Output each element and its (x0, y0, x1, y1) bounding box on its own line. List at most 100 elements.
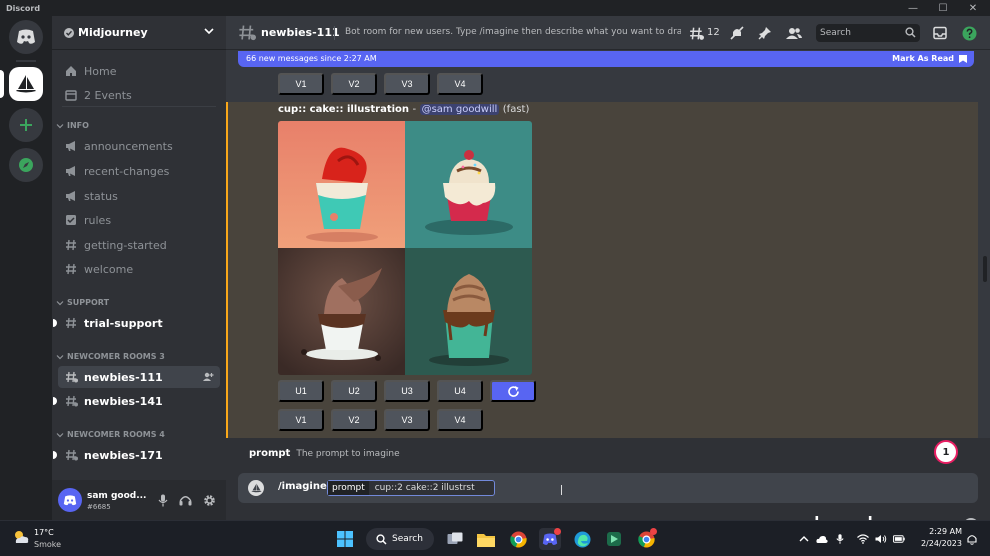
chevron-down-icon (56, 123, 64, 128)
option-hint-description: The prompt to imagine (296, 449, 400, 459)
help-icon[interactable] (961, 25, 977, 41)
variation-button-v4[interactable]: V4 (437, 73, 483, 95)
channel-announcements[interactable]: announcements (58, 135, 220, 157)
file-explorer-icon[interactable] (475, 528, 497, 550)
channel-recent-changes[interactable]: recent-changes (58, 160, 220, 182)
headphones-icon[interactable] (178, 493, 192, 507)
megaphone-icon (64, 164, 78, 178)
chat-scrollbar[interactable] (982, 106, 988, 436)
category-info[interactable]: INFO (56, 121, 89, 130)
wifi-icon[interactable] (857, 533, 869, 545)
mark-as-read-button[interactable]: Mark As Read (892, 54, 954, 63)
unread-indicator (53, 319, 57, 327)
variation-button-v2[interactable]: V2 (331, 409, 377, 431)
windows-start-icon[interactable] (334, 528, 356, 550)
option-value[interactable]: cup::2 cake::2 illustrst (369, 483, 475, 493)
speaker-icon[interactable] (875, 533, 887, 545)
variation-button-v3[interactable]: V3 (384, 409, 430, 431)
cloud-icon[interactable] (816, 533, 828, 545)
weather-widget[interactable]: 17°C Smoke (12, 528, 61, 550)
members-icon[interactable] (786, 25, 802, 41)
system-clock[interactable]: 2:29 AM 2/24/2023 (912, 526, 962, 550)
channel-rules[interactable]: rules (58, 209, 220, 231)
microphone-icon[interactable] (156, 493, 170, 507)
new-messages-text: 66 new messages since 2:27 AM (246, 54, 377, 63)
channel-getting-started[interactable]: getting-started (58, 234, 220, 256)
mute-bell-icon[interactable] (729, 25, 745, 41)
category-newcomer-3[interactable]: NEWCOMER ROOMS 3 (56, 352, 165, 361)
pin-icon[interactable] (757, 25, 773, 41)
sidebar-item-home[interactable]: Home (58, 60, 220, 82)
edge-icon[interactable] (571, 528, 593, 550)
megaphone-icon (64, 189, 78, 203)
sidebar-item-events[interactable]: 2 Events (58, 84, 220, 106)
slash-command: /imagine (278, 481, 327, 492)
variation-button-v3[interactable]: V3 (384, 73, 430, 95)
avatar[interactable] (58, 488, 82, 512)
taskbar-search-button[interactable]: Search (366, 528, 434, 550)
channel-newbies-141[interactable]: newbies-141 (53, 390, 220, 412)
user-mention[interactable]: @sam goodwill (419, 104, 500, 115)
server-header[interactable]: Midjourney (52, 16, 226, 50)
server-list (0, 16, 52, 520)
message-input[interactable]: /imagine prompt cup::2 cake::2 illustrst… (238, 473, 979, 544)
category-newcomer-4[interactable]: NEWCOMER ROOMS 4 (56, 430, 165, 439)
clock-date: 2/24/2023 (920, 539, 962, 548)
search-input[interactable] (816, 24, 906, 42)
image-tile-1 (278, 121, 405, 248)
add-server-icon[interactable] (9, 108, 43, 142)
title-bar: Discord — ☐ ✕ (0, 0, 990, 16)
upscale-button-u3[interactable]: U3 (384, 380, 430, 402)
image-tile-3 (278, 248, 405, 375)
variation-button-v1[interactable]: V1 (278, 73, 324, 95)
channel-topic[interactable]: Bot room for new users. Type /imagine th… (345, 27, 681, 37)
chrome-profile-icon[interactable] (635, 528, 657, 550)
channel-status[interactable]: status (58, 185, 220, 207)
media-app-icon[interactable] (603, 528, 625, 550)
thread-count: 12 (707, 27, 720, 38)
chevron-up-icon[interactable] (798, 533, 810, 545)
chevron-down-icon[interactable] (204, 26, 214, 36)
gear-icon[interactable] (202, 493, 216, 507)
discord-taskbar-icon[interactable] (539, 528, 561, 550)
message-header: cup:: cake:: illustration - @sam goodwil… (278, 104, 529, 115)
maximize-icon[interactable]: ☐ (932, 0, 954, 16)
add-member-icon[interactable] (203, 372, 214, 382)
refresh-icon (507, 385, 519, 397)
image-tile-2 (405, 121, 532, 248)
channel-newbies-171[interactable]: newbies-171 (53, 444, 220, 466)
prompt-option-field[interactable]: prompt cup::2 cake::2 illustrst (327, 480, 495, 496)
battery-icon[interactable] (893, 533, 905, 545)
close-icon[interactable]: ✕ (962, 0, 984, 16)
channel-newbies-111[interactable]: newbies-111 (58, 366, 220, 388)
chevron-down-icon (56, 432, 64, 437)
inbox-icon[interactable] (932, 25, 948, 41)
chevron-down-icon (56, 354, 64, 359)
server-separator (16, 60, 36, 62)
reroll-button[interactable] (490, 380, 536, 402)
variation-button-v4[interactable]: V4 (437, 409, 483, 431)
notifications-icon[interactable] (966, 533, 978, 545)
minimize-icon[interactable]: — (902, 0, 924, 16)
chrome-icon[interactable] (507, 528, 529, 550)
category-support[interactable]: SUPPORT (56, 298, 109, 307)
generated-image-grid[interactable] (278, 121, 532, 375)
discord-home-icon[interactable] (9, 20, 43, 54)
upscale-button-u2[interactable]: U2 (331, 380, 377, 402)
upscale-button-u4[interactable]: U4 (437, 380, 483, 402)
channel-trial-support[interactable]: trial-support (53, 312, 220, 334)
hashtag-icon (64, 262, 78, 276)
variation-button-v1[interactable]: V1 (278, 409, 324, 431)
task-view-icon[interactable] (444, 528, 466, 550)
channel-label: getting-started (84, 238, 167, 252)
verified-icon (64, 27, 74, 38)
microphone-icon[interactable] (834, 533, 846, 545)
step-badge: 1 (934, 440, 958, 464)
variation-button-v2[interactable]: V2 (331, 73, 377, 95)
explore-servers-icon[interactable] (9, 148, 43, 182)
channel-welcome[interactable]: welcome (58, 258, 220, 280)
threads-icon[interactable] (688, 25, 704, 41)
midjourney-server-icon[interactable] (9, 67, 43, 101)
new-messages-bar[interactable]: 66 new messages since 2:27 AM Mark As Re… (238, 51, 974, 67)
upscale-button-u1[interactable]: U1 (278, 380, 324, 402)
